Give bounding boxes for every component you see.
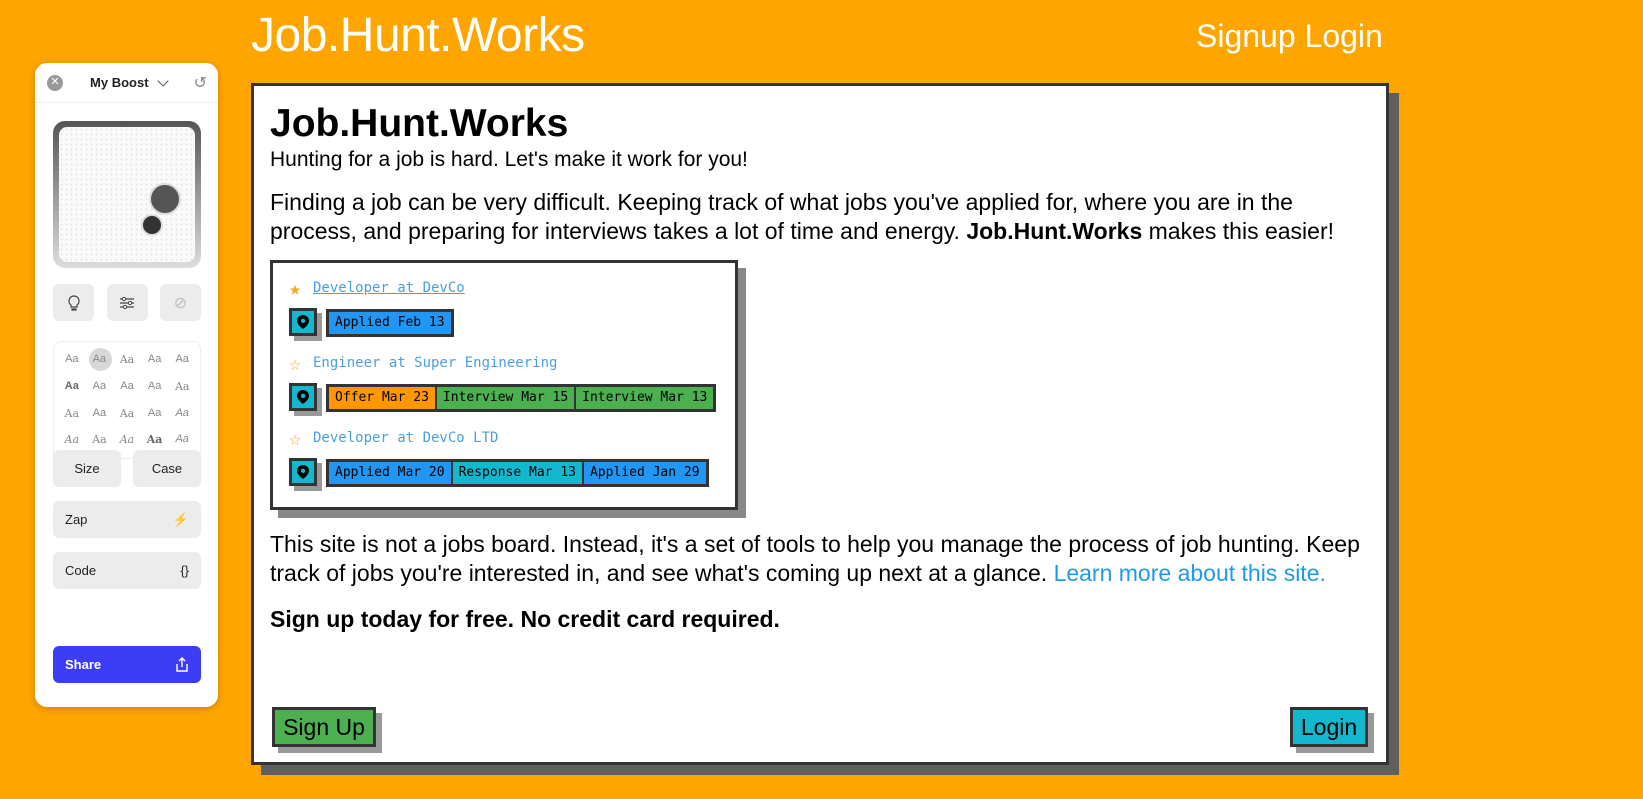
braces-icon: {} bbox=[180, 563, 189, 578]
job-status-tags: Applied Feb 13 bbox=[326, 309, 454, 337]
font-option-selected[interactable]: Aa bbox=[86, 348, 114, 371]
boost-title-dropdown[interactable]: My Boost bbox=[90, 74, 169, 90]
signup-button[interactable]: Sign Up bbox=[272, 707, 376, 747]
font-option[interactable]: Aa bbox=[113, 375, 141, 398]
color-knob-primary[interactable] bbox=[149, 183, 181, 215]
demo-panel: ★ Developer at DevCo Applied Feb 13 ☆ En… bbox=[270, 260, 746, 518]
pin-button[interactable] bbox=[289, 458, 322, 491]
pin-button[interactable] bbox=[289, 308, 322, 341]
color-pad[interactable] bbox=[53, 121, 201, 268]
location-pin-icon bbox=[297, 315, 309, 329]
intro-paragraph: Finding a job can be very difficult. Kee… bbox=[270, 188, 1370, 245]
boost-title: My Boost bbox=[90, 75, 149, 90]
font-option[interactable]: Aa bbox=[141, 348, 169, 371]
font-option[interactable]: Aa bbox=[86, 428, 114, 451]
description-paragraph: This site is not a jobs board. Instead, … bbox=[270, 530, 1370, 587]
font-option[interactable]: Aa bbox=[168, 375, 196, 398]
font-option[interactable]: Aa bbox=[86, 375, 114, 398]
status-tag[interactable]: Offer Mar 23 bbox=[329, 387, 437, 409]
lightbulb-icon[interactable] bbox=[53, 284, 94, 321]
star-outline-icon[interactable]: ☆ bbox=[289, 428, 307, 448]
status-tag[interactable]: Interview Mar 15 bbox=[436, 387, 577, 409]
color-knob-secondary[interactable] bbox=[141, 214, 163, 236]
main-card: Job.Hunt.Works Hunting for a job is hard… bbox=[251, 83, 1389, 765]
intro-brand: Job.Hunt.Works bbox=[966, 217, 1143, 244]
job-title-link[interactable]: Engineer at Super Engineering bbox=[313, 355, 557, 371]
site-title[interactable]: Job.Hunt.Works bbox=[251, 8, 585, 63]
card-subtitle: Hunting for a job is hard. Let's make it… bbox=[270, 148, 748, 171]
font-option[interactable]: Aa bbox=[141, 402, 169, 425]
share-icon bbox=[176, 656, 188, 672]
status-tag[interactable]: Applied Mar 20 bbox=[329, 462, 453, 484]
job-status-tags: Offer Mar 23 Interview Mar 15 Interview … bbox=[326, 384, 717, 412]
zap-label: Zap bbox=[65, 512, 88, 527]
nav-signup-link[interactable]: Signup bbox=[1196, 18, 1296, 54]
font-option[interactable]: Aa bbox=[58, 375, 86, 398]
undo-icon[interactable]: ↺ bbox=[194, 73, 207, 93]
status-tag[interactable]: Applied Jan 29 bbox=[583, 462, 706, 484]
job-title-link[interactable]: Developer at DevCo bbox=[313, 280, 465, 296]
font-picker: Aa Aa Aa Aa Aa Aa Aa Aa Aa Aa Aa Aa Aa A… bbox=[53, 341, 201, 459]
font-option[interactable]: Aa bbox=[58, 348, 86, 371]
demo-board: ★ Developer at DevCo Applied Feb 13 ☆ En… bbox=[270, 260, 738, 510]
top-nav: Signup Login bbox=[1196, 18, 1383, 55]
code-button[interactable]: Code {} bbox=[53, 552, 201, 589]
job-item: ★ Developer at DevCo Applied Feb 13 bbox=[289, 277, 719, 341]
font-option[interactable]: Aa bbox=[168, 428, 196, 451]
case-button[interactable]: Case bbox=[133, 450, 201, 487]
font-option[interactable]: Aa bbox=[113, 402, 141, 425]
star-outline-icon[interactable]: ☆ bbox=[289, 353, 307, 373]
font-option[interactable]: Aa bbox=[141, 375, 169, 398]
size-button[interactable]: Size bbox=[53, 450, 121, 487]
font-option[interactable]: Aa bbox=[58, 402, 86, 425]
pin-button[interactable] bbox=[289, 383, 322, 416]
zap-row: Zap ⚡ bbox=[53, 501, 201, 538]
code-row: Code {} bbox=[53, 552, 201, 589]
size-case-row: Size Case bbox=[53, 450, 201, 487]
font-option[interactable]: Aa bbox=[141, 428, 169, 451]
job-item: ☆ Engineer at Super Engineering Offer Ma… bbox=[289, 352, 719, 416]
share-label: Share bbox=[65, 657, 102, 672]
font-option[interactable]: Aa bbox=[86, 402, 114, 425]
job-title-link[interactable]: Developer at DevCo LTD bbox=[313, 430, 498, 446]
font-option[interactable]: Aa bbox=[168, 348, 196, 371]
location-pin-icon bbox=[297, 465, 309, 479]
boost-header: ✕ My Boost ↺ bbox=[35, 63, 218, 103]
boost-tools: ⊘ bbox=[53, 284, 201, 321]
font-option[interactable]: Aa bbox=[113, 348, 141, 371]
close-icon[interactable]: ✕ bbox=[47, 74, 63, 91]
star-filled-icon[interactable]: ★ bbox=[289, 278, 307, 298]
card-heading: Job.Hunt.Works bbox=[270, 102, 569, 145]
status-tag[interactable]: Applied Feb 13 bbox=[329, 312, 451, 334]
font-option[interactable]: Aa bbox=[113, 428, 141, 451]
code-label: Code bbox=[65, 563, 97, 578]
status-tag[interactable]: Response Mar 13 bbox=[452, 462, 584, 484]
job-status-tags: Applied Mar 20 Response Mar 13 Applied J… bbox=[326, 459, 709, 487]
nav-login-link[interactable]: Login bbox=[1305, 18, 1383, 54]
login-button-wrap: Login bbox=[1290, 707, 1374, 753]
learn-more-link[interactable]: Learn more about this site. bbox=[1054, 560, 1326, 586]
job-item: ☆ Developer at DevCo LTD Applied Mar 20 … bbox=[289, 427, 719, 491]
font-option[interactable]: Aa bbox=[58, 428, 86, 451]
cta-text: Sign up today for free. No credit card r… bbox=[270, 606, 780, 632]
boost-panel: ✕ My Boost ↺ ⊘ Aa Aa Aa Aa Aa Aa Aa Aa A… bbox=[35, 63, 218, 707]
share-button[interactable]: Share bbox=[53, 646, 201, 683]
signup-button-wrap: Sign Up bbox=[272, 707, 382, 753]
intro-text-end: makes this easier! bbox=[1142, 217, 1334, 244]
chevron-down-icon bbox=[156, 74, 169, 87]
location-pin-icon bbox=[297, 390, 309, 404]
login-button[interactable]: Login bbox=[1290, 707, 1368, 747]
lightning-icon: ⚡ bbox=[172, 511, 189, 527]
font-option[interactable]: Aa bbox=[168, 402, 196, 425]
sliders-icon[interactable] bbox=[106, 284, 148, 321]
disable-icon[interactable]: ⊘ bbox=[160, 284, 201, 321]
zap-button[interactable]: Zap ⚡ bbox=[53, 501, 201, 538]
status-tag[interactable]: Interview Mar 13 bbox=[576, 387, 714, 409]
